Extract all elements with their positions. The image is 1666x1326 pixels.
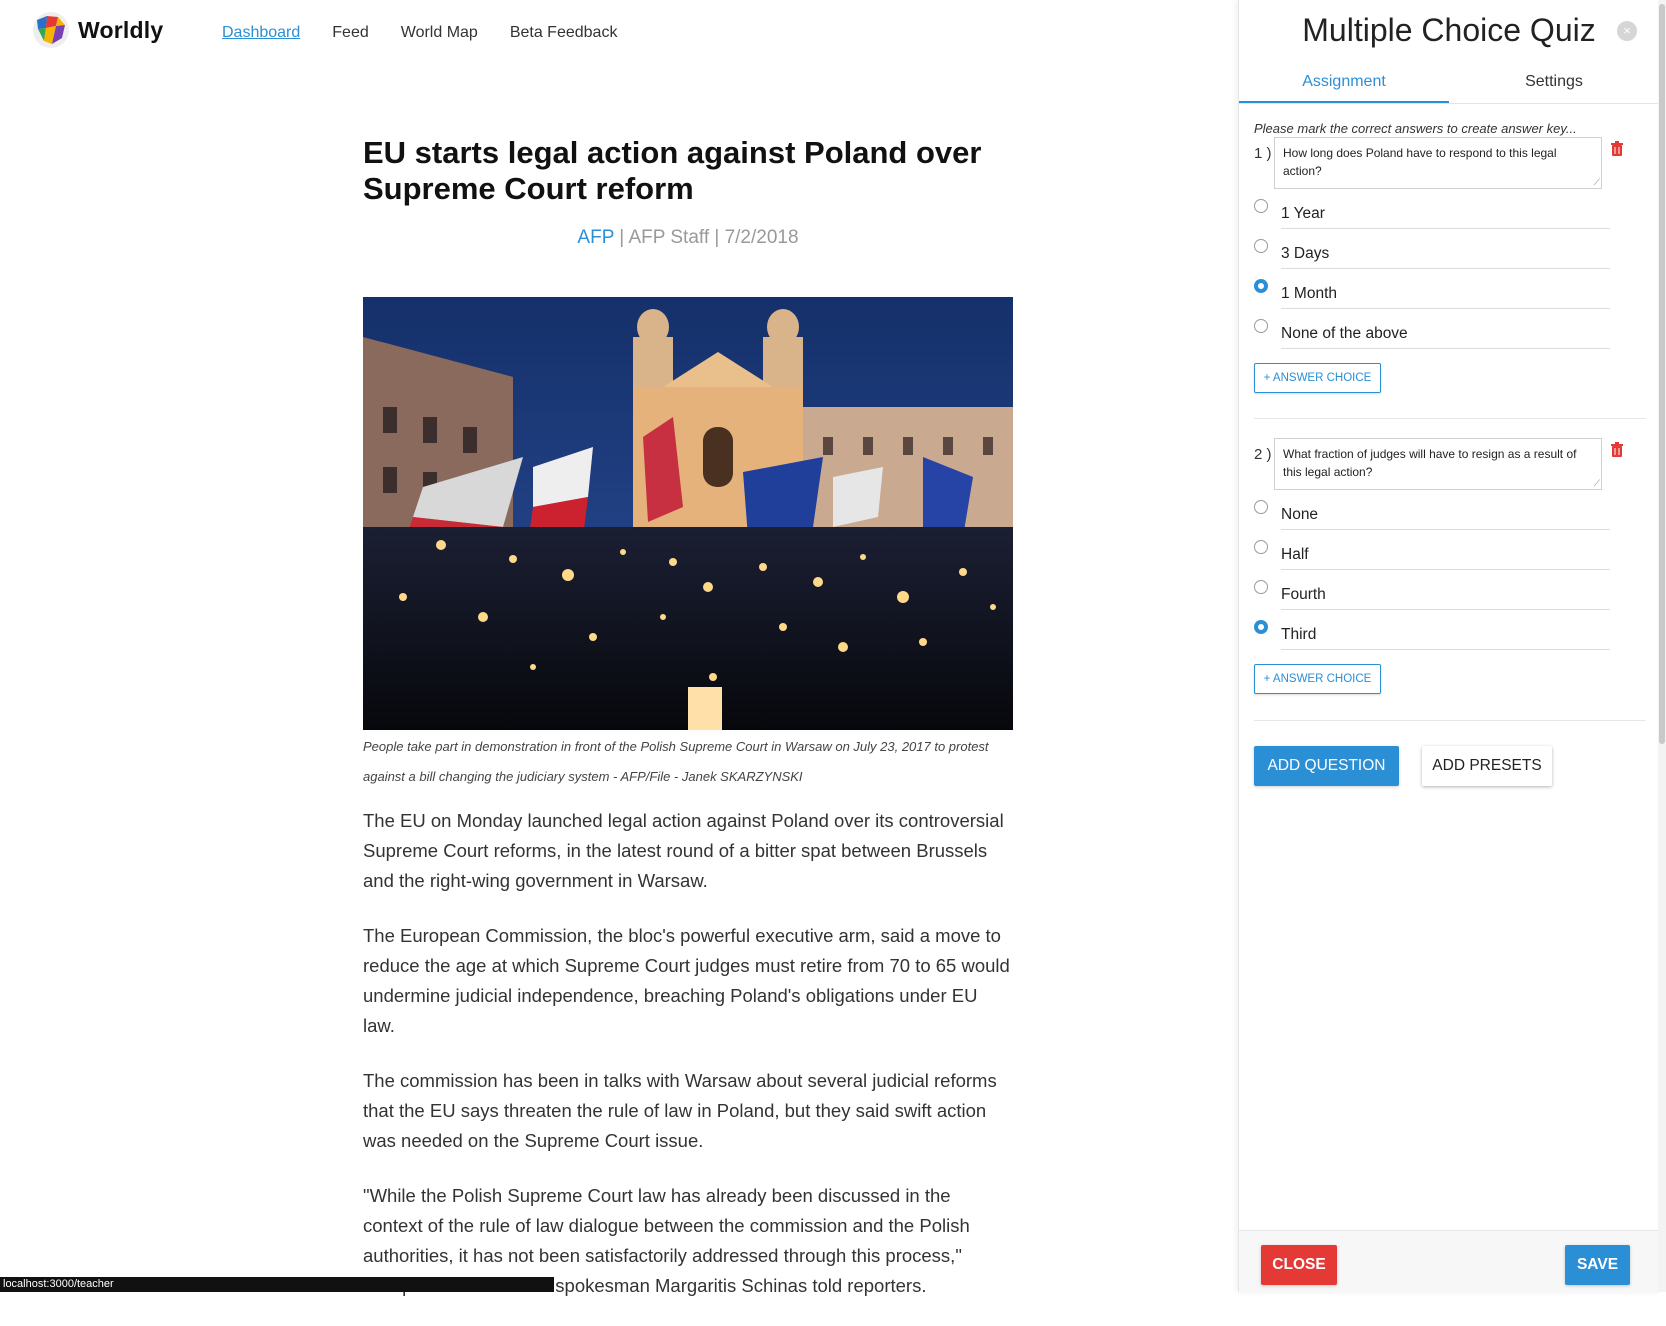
question-text: What fraction of judges will have to res… xyxy=(1283,447,1577,479)
close-button[interactable]: CLOSE xyxy=(1261,1245,1337,1285)
question-text-field[interactable]: What fraction of judges will have to res… xyxy=(1274,438,1602,490)
panel-tabs: Assignment Settings xyxy=(1239,66,1659,104)
article-paragraph: The European Commission, the bloc's powe… xyxy=(363,925,1010,1036)
answer-label: Fourth xyxy=(1281,586,1326,603)
divider xyxy=(1281,529,1610,530)
question-separator xyxy=(1254,418,1646,419)
add-answer-choice-button[interactable]: + ANSWER CHOICE xyxy=(1254,363,1381,393)
answer-choice[interactable]: None xyxy=(1254,494,1610,534)
divider xyxy=(1281,308,1610,309)
article-byline: AFP | AFP Staff | 7/2/2018 xyxy=(363,227,1013,249)
answer-choice[interactable]: 1 Month xyxy=(1254,273,1610,313)
photo-caption: People take part in demonstration in fro… xyxy=(363,739,989,784)
answer-radio[interactable] xyxy=(1254,540,1268,554)
nav-dashboard[interactable]: Dashboard xyxy=(222,24,300,42)
answer-radio[interactable] xyxy=(1254,500,1268,514)
panel-scrollbar[interactable] xyxy=(1658,0,1666,1292)
main-nav: Dashboard Feed World Map Beta Feedback xyxy=(222,24,617,42)
nav-beta-feedback[interactable]: Beta Feedback xyxy=(510,24,618,42)
tab-settings[interactable]: Settings xyxy=(1449,66,1659,103)
answer-label: None xyxy=(1281,506,1319,523)
answer-label: 1 Month xyxy=(1281,285,1338,302)
answer-label: 1 Year xyxy=(1281,205,1325,222)
answer-choice[interactable]: 1 Year xyxy=(1254,193,1610,233)
answer-radio[interactable] xyxy=(1254,580,1268,594)
close-icon[interactable]: × xyxy=(1617,21,1637,41)
article: EU starts legal action against Poland ov… xyxy=(363,135,1013,1326)
answer-radio[interactable] xyxy=(1254,239,1268,253)
worldly-logo-icon xyxy=(32,11,70,49)
article-author-date: | AFP Staff | 7/2/2018 xyxy=(614,227,799,248)
divider xyxy=(1281,268,1610,269)
app-logo[interactable]: Worldly xyxy=(32,11,163,49)
divider xyxy=(1281,609,1610,610)
divider xyxy=(1281,228,1610,229)
answer-radio[interactable] xyxy=(1254,319,1268,333)
question-separator xyxy=(1254,720,1646,721)
question-number: 1 ) xyxy=(1254,145,1272,162)
answer-choices: None Half Fourth Third xyxy=(1254,494,1610,654)
resize-handle-icon[interactable]: ⟋ xyxy=(1594,178,1600,187)
answer-choice[interactable]: 3 Days xyxy=(1254,233,1610,273)
nav-feed[interactable]: Feed xyxy=(332,24,368,42)
quiz-instructions: Please mark the correct answers to creat… xyxy=(1254,121,1577,136)
question-text-field[interactable]: How long does Poland have to respond to … xyxy=(1274,137,1602,189)
answer-radio-selected[interactable] xyxy=(1254,279,1268,293)
divider xyxy=(1281,348,1610,349)
answer-label: None of the above xyxy=(1281,325,1408,342)
answer-choice[interactable]: Half xyxy=(1254,534,1610,574)
quiz-panel: Multiple Choice Quiz × Assignment Settin… xyxy=(1238,0,1659,1293)
panel-footer: CLOSE SAVE xyxy=(1239,1230,1659,1293)
answer-choice[interactable]: Third xyxy=(1254,614,1610,654)
divider xyxy=(1281,569,1610,570)
tab-assignment[interactable]: Assignment xyxy=(1239,66,1449,103)
answer-label: Half xyxy=(1281,546,1309,563)
browser-status-bar: localhost:3000/teacher xyxy=(0,1277,554,1292)
article-paragraph: The commission has been in talks with Wa… xyxy=(363,1070,997,1151)
divider xyxy=(1281,649,1610,650)
answer-label: 3 Days xyxy=(1281,245,1330,262)
nav-world-map[interactable]: World Map xyxy=(401,24,478,42)
question-number: 2 ) xyxy=(1254,446,1272,463)
scrollbar-thumb[interactable] xyxy=(1659,4,1665,744)
add-presets-button[interactable]: ADD PRESETS xyxy=(1422,746,1552,786)
question-text: How long does Poland have to respond to … xyxy=(1283,146,1557,178)
panel-title: Multiple Choice Quiz xyxy=(1302,12,1596,48)
article-photo xyxy=(363,297,1013,730)
article-headline: EU starts legal action against Poland ov… xyxy=(363,135,982,206)
trash-icon[interactable] xyxy=(1610,442,1624,458)
answer-choice[interactable]: Fourth xyxy=(1254,574,1610,614)
trash-icon[interactable] xyxy=(1610,141,1624,157)
answer-choices: 1 Year 3 Days 1 Month None of the above xyxy=(1254,193,1610,353)
resize-handle-icon[interactable]: ⟋ xyxy=(1594,479,1600,488)
save-button[interactable]: SAVE xyxy=(1565,1245,1630,1285)
add-answer-choice-button[interactable]: + ANSWER CHOICE xyxy=(1254,664,1381,694)
answer-label: Third xyxy=(1281,626,1317,643)
article-paragraph: The EU on Monday launched legal action a… xyxy=(363,810,1004,891)
app-name: Worldly xyxy=(78,16,164,43)
add-question-button[interactable]: ADD QUESTION xyxy=(1254,746,1399,786)
answer-radio-selected[interactable] xyxy=(1254,620,1268,634)
answer-choice[interactable]: None of the above xyxy=(1254,313,1610,353)
article-source-link[interactable]: AFP xyxy=(577,227,614,248)
answer-radio[interactable] xyxy=(1254,199,1268,213)
